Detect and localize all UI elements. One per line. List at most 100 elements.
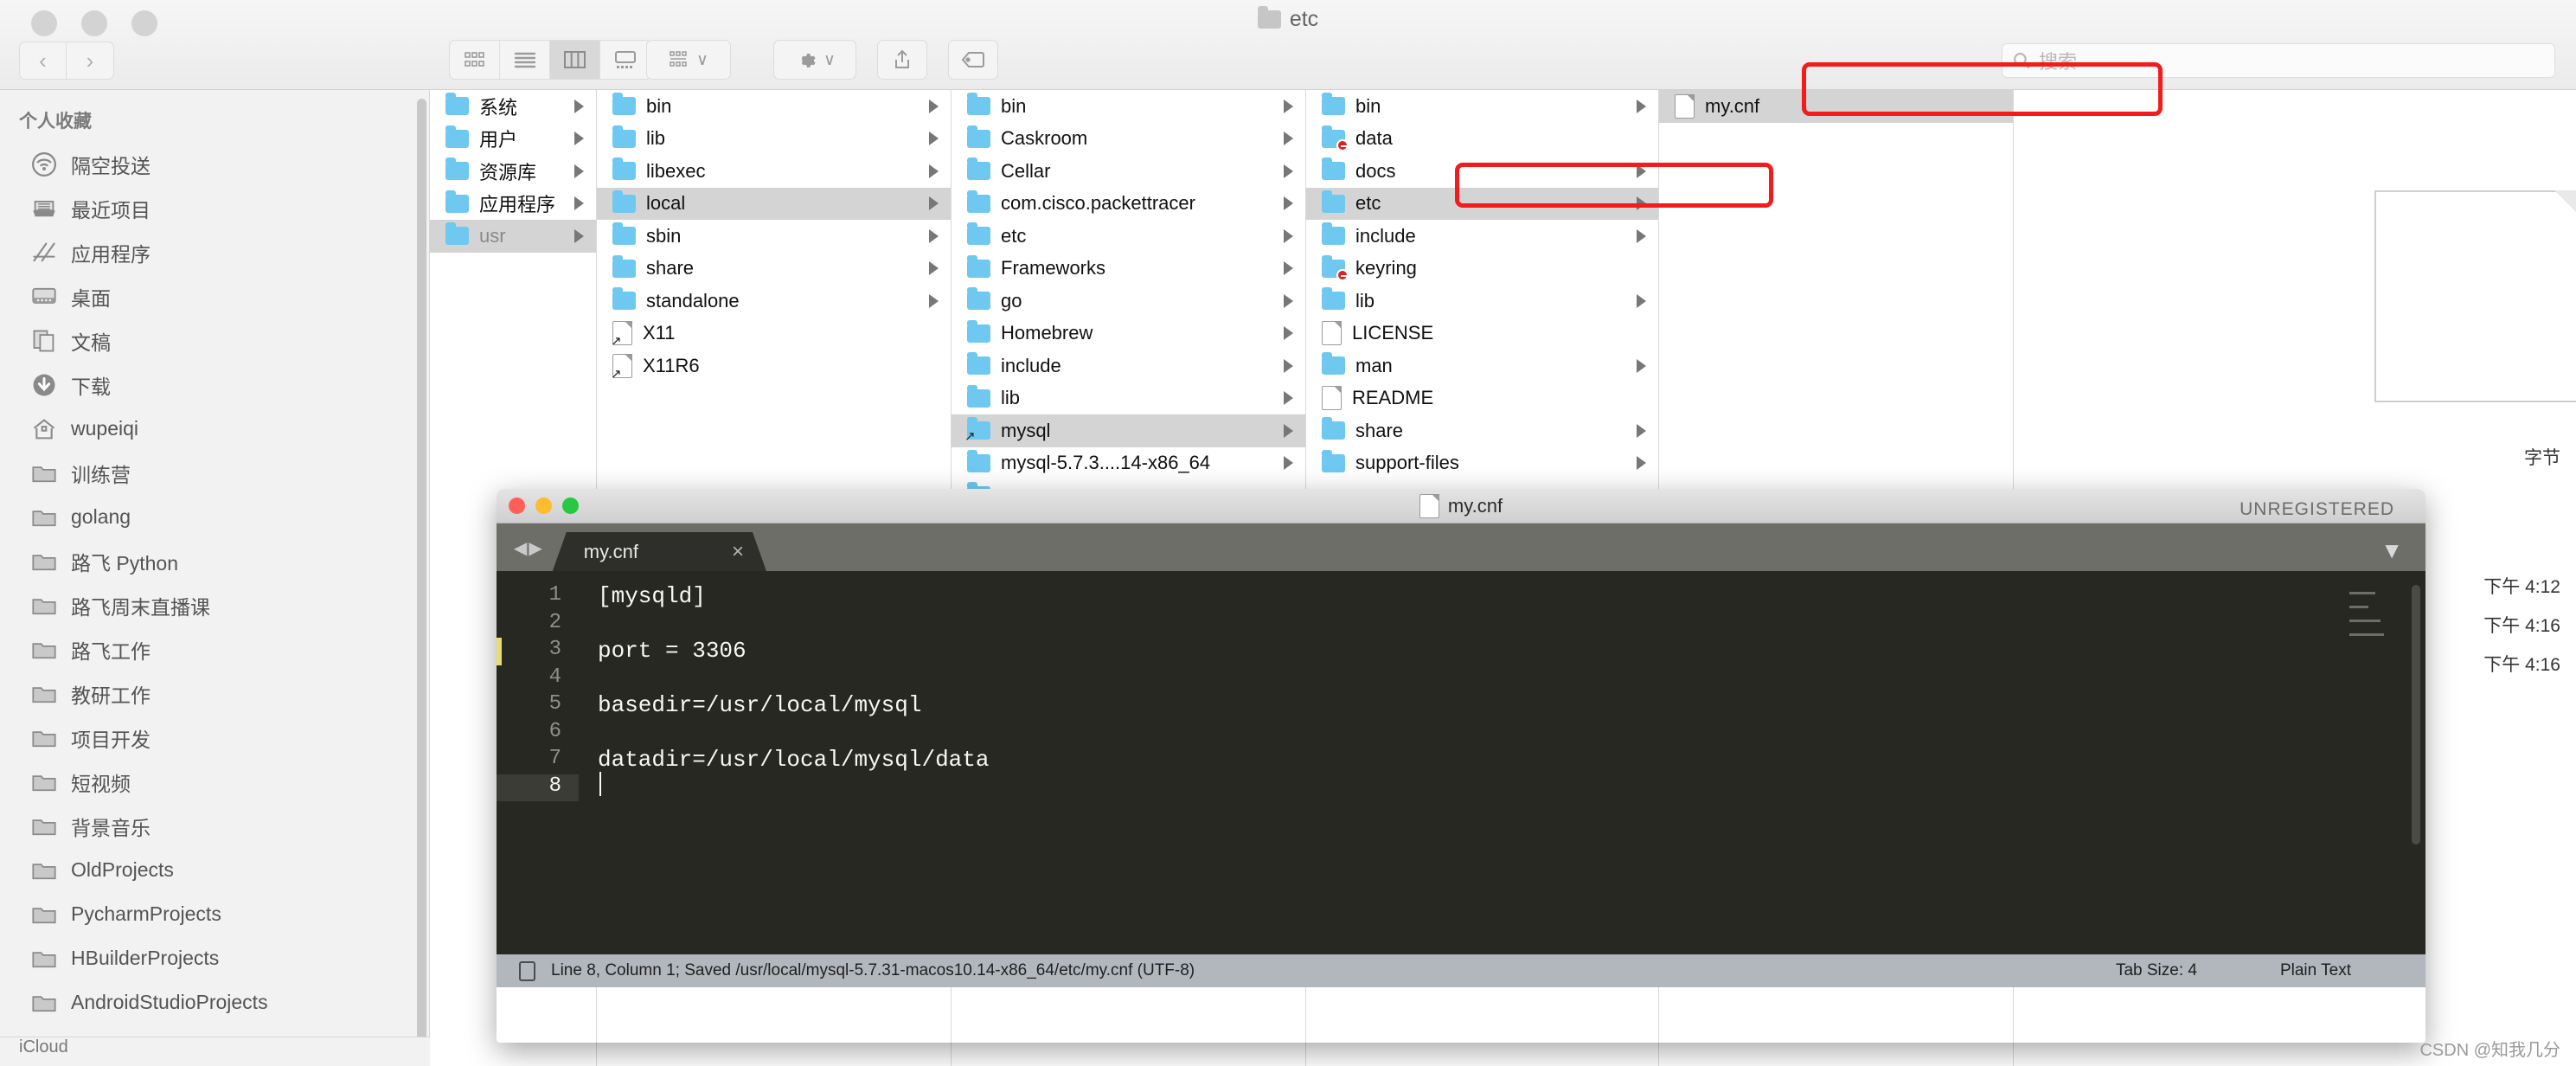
column-row[interactable]: lib: [597, 123, 951, 156]
sidebar-item-4[interactable]: 文稿: [0, 318, 429, 363]
sidebar-item-15[interactable]: 背景音乐: [0, 804, 429, 848]
sidebar-item-2[interactable]: 应用程序: [0, 230, 429, 274]
window-title: etc: [0, 6, 2576, 32]
column-row[interactable]: local: [597, 187, 951, 220]
sidebar-item-9[interactable]: 路飞 Python: [0, 539, 429, 583]
column-row[interactable]: man: [1306, 350, 1658, 382]
column-row[interactable]: sbin: [597, 220, 951, 253]
sidebar-item-1[interactable]: 最近项目: [0, 186, 429, 230]
column-row[interactable]: bin: [597, 90, 951, 123]
folder-icon: [1322, 222, 1345, 246]
column-row[interactable]: Homebrew: [952, 318, 1305, 350]
forward-button[interactable]: ›: [67, 42, 114, 80]
column-row[interactable]: standalone: [597, 285, 951, 318]
column-row[interactable]: 资源库: [430, 155, 596, 188]
column-row[interactable]: libexec: [597, 155, 951, 188]
column-row[interactable]: lib: [952, 382, 1305, 415]
sidebar-item-6[interactable]: wupeiqi: [0, 407, 429, 451]
editor-tab-my-cnf[interactable]: my.cnf ×: [553, 532, 766, 571]
column-row[interactable]: usr: [430, 220, 596, 253]
column-row-label: lib: [1001, 387, 1021, 409]
folder-icon: [29, 681, 59, 707]
column-row[interactable]: LICENSE: [1306, 318, 1658, 350]
sidebar-item-5[interactable]: 下载: [0, 363, 429, 407]
column-view-button[interactable]: [550, 41, 600, 79]
column-row[interactable]: Cellar: [952, 155, 1305, 188]
sidebar-item-13[interactable]: 项目开发: [0, 716, 429, 760]
editor-syntax-mode[interactable]: Plain Text: [2280, 961, 2351, 980]
sidebar-item-11[interactable]: 路飞工作: [0, 627, 429, 671]
folder-icon: [967, 125, 990, 148]
share-button[interactable]: [877, 40, 927, 80]
sidebar-scrollbar[interactable]: [417, 99, 426, 1042]
folder-icon: [967, 222, 990, 246]
column-row[interactable]: etc: [952, 220, 1305, 253]
column-row[interactable]: bin: [1306, 90, 1658, 123]
column-row[interactable]: etc: [1306, 187, 1658, 220]
action-button[interactable]: ∨: [773, 40, 856, 80]
sidebar-item-10[interactable]: 路飞周末直播课: [0, 583, 429, 627]
line-number: 6: [548, 719, 561, 743]
column-row[interactable]: Frameworks: [952, 253, 1305, 286]
column-row[interactable]: ↗ X11R6: [597, 350, 951, 382]
column-row[interactable]: keyring: [1306, 253, 1658, 286]
editor-scrollbar[interactable]: [2412, 585, 2420, 844]
finder-titlebar: ‹ › etc ∨ ∨ 搜索: [0, 0, 2576, 90]
column-row[interactable]: share: [597, 253, 951, 286]
column-row[interactable]: 应用程序: [430, 188, 596, 221]
tab-prev-icon[interactable]: ◀: [514, 537, 527, 559]
editor-window-title-text: my.cnf: [1447, 495, 1503, 517]
column-row[interactable]: com.cisco.packettracer: [952, 188, 1305, 221]
tab-next-icon[interactable]: ▶: [529, 537, 541, 559]
column-row[interactable]: include: [952, 350, 1305, 382]
sidebar-item-18[interactable]: HBuilderProjects: [0, 936, 429, 980]
sidebar-item-14[interactable]: 短视频: [0, 760, 429, 804]
back-button[interactable]: ‹: [19, 42, 67, 80]
sidebar: 个人收藏 隔空投送 最近项目 应用程序 桌面 文稿 下载 wupeiqi 训练营 golang 路…: [0, 90, 430, 1066]
column-row[interactable]: my.cnf: [1659, 90, 2013, 123]
column-row[interactable]: ↗ X11: [597, 318, 951, 350]
folder-icon: [29, 504, 59, 530]
sidebar-item-16[interactable]: OldProjects: [0, 848, 429, 892]
column-row[interactable]: ↗ mysql: [952, 414, 1305, 447]
alias-document-icon: ↗: [611, 321, 632, 349]
search-field[interactable]: 搜索: [2002, 43, 2555, 78]
tags-button[interactable]: [948, 40, 998, 80]
sidebar-item-0[interactable]: 隔空投送: [0, 142, 429, 186]
editor-tab-nav[interactable]: ◀ ▶: [497, 537, 553, 571]
column-row[interactable]: 用户: [430, 123, 596, 156]
column-row[interactable]: lib: [1306, 285, 1658, 318]
column-row[interactable]: share: [1306, 414, 1658, 447]
icon-view-button[interactable]: [450, 41, 500, 79]
sidebar-item-12[interactable]: 教研工作: [0, 671, 429, 716]
column-row[interactable]: README: [1306, 382, 1658, 415]
column-row[interactable]: 系统: [430, 90, 596, 123]
column-row[interactable]: Caskroom: [952, 123, 1305, 156]
sidebar-item-3[interactable]: 桌面: [0, 274, 429, 318]
sidebar-item-8[interactable]: golang: [0, 495, 429, 539]
editor-minimap[interactable]: [2349, 592, 2386, 640]
column-row[interactable]: data: [1306, 123, 1658, 156]
editor-code-area[interactable]: [mysqld] port = 3306 basedir=/usr/local/my…: [579, 571, 2425, 954]
column-row[interactable]: bin: [952, 90, 1305, 123]
sidebar-item-17[interactable]: PycharmProjects: [0, 892, 429, 936]
sidebar-item-7[interactable]: 训练营: [0, 451, 429, 495]
list-view-button[interactable]: [500, 41, 550, 79]
column-row-label: X11R6: [643, 354, 700, 376]
folder-icon: [967, 352, 990, 376]
gallery-view-button[interactable]: [600, 41, 650, 79]
column-row[interactable]: mysql-5.7.3....14-x86_64: [952, 447, 1305, 480]
column-row[interactable]: docs: [1306, 155, 1658, 188]
column-row-label: 用户: [479, 129, 518, 151]
close-icon[interactable]: ×: [732, 540, 744, 564]
column-row[interactable]: support-files: [1306, 447, 1658, 480]
column-row[interactable]: include: [1306, 220, 1658, 253]
sidebar-item-19[interactable]: AndroidStudioProjects: [0, 980, 429, 1024]
editor-tab-size[interactable]: Tab Size: 4: [2116, 961, 2197, 980]
arrange-button[interactable]: ∨: [646, 40, 731, 80]
column-row[interactable]: go: [952, 285, 1305, 318]
chevron-down-icon[interactable]: ▼: [2381, 537, 2403, 564]
preview-time-opened: 下午 4:16: [2483, 655, 2560, 675]
disclosure-arrow-icon: [1637, 423, 1646, 438]
